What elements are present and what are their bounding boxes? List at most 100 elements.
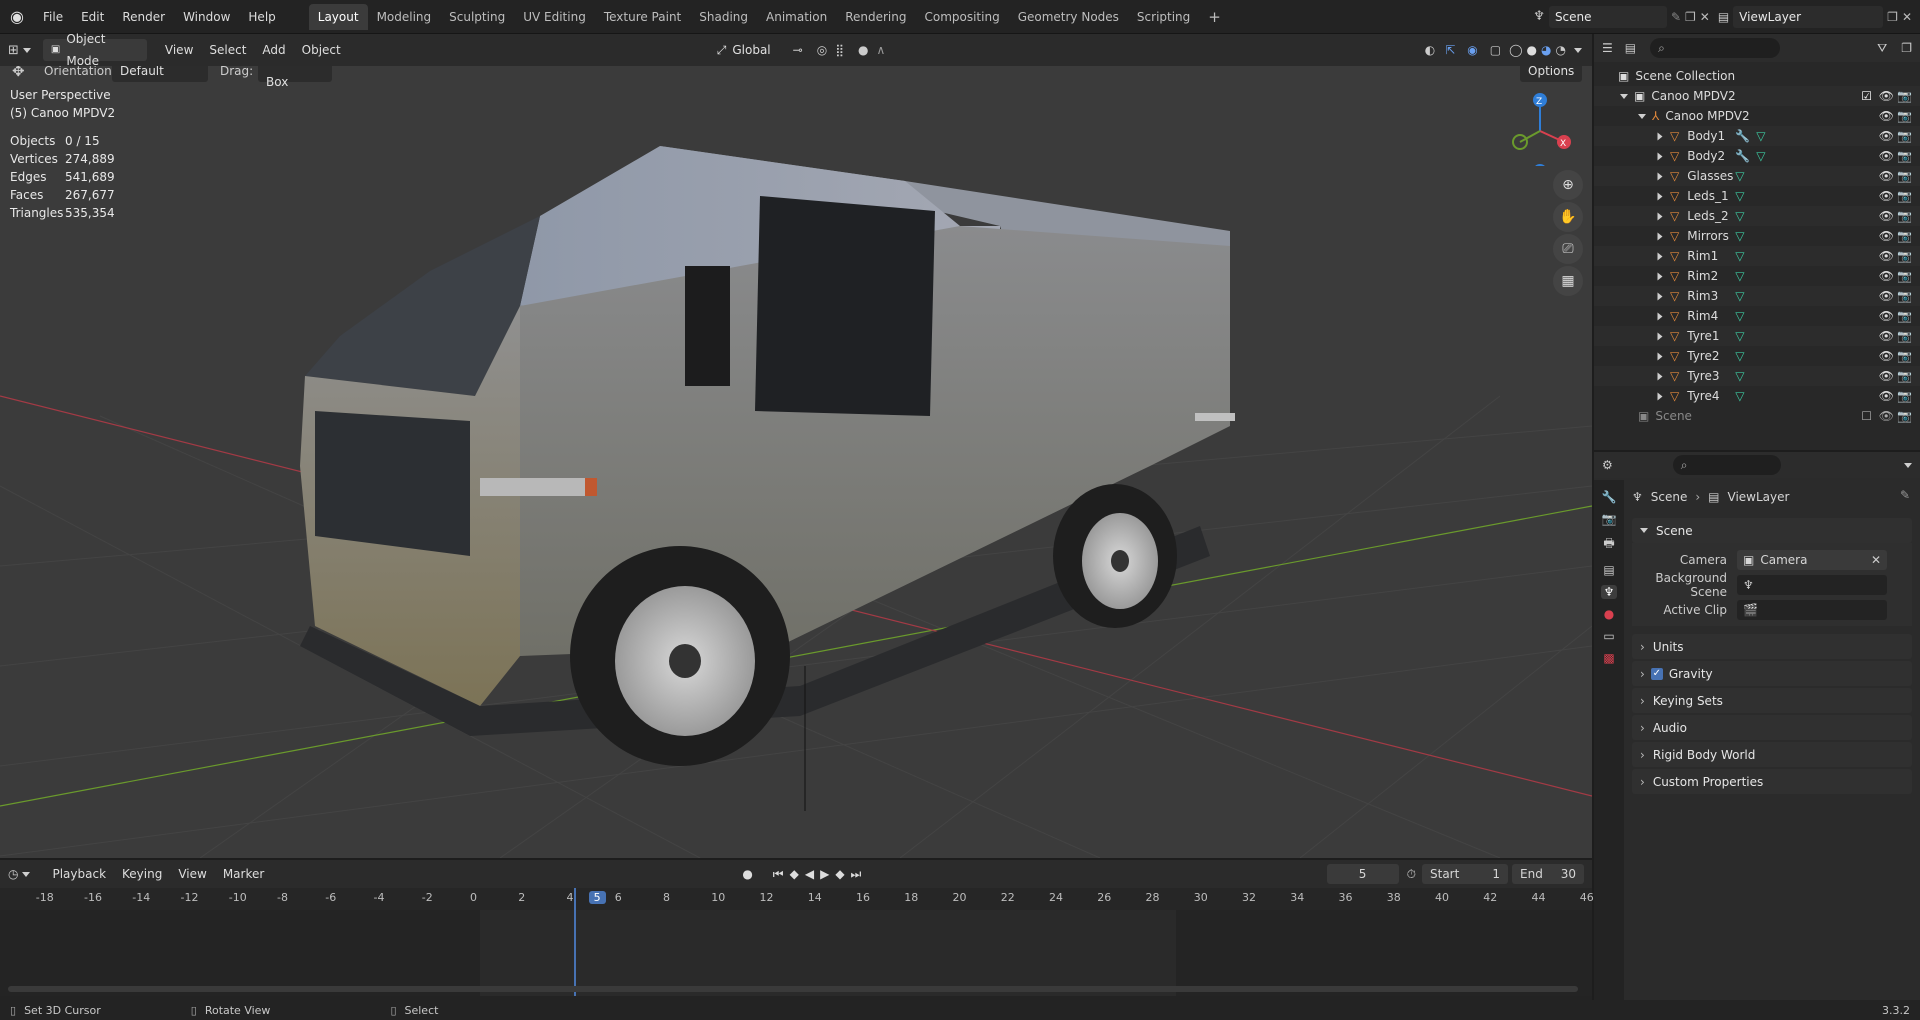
timeline-track-area[interactable]	[0, 888, 1592, 996]
frame-ruler[interactable]: -18 -16 -14 -12 -10 -8 -6 -4 -2 0 2 4 5 6 8 10 12 14 16 18 2…	[0, 888, 1594, 910]
pan-hand-icon[interactable]: ✋	[1553, 202, 1583, 232]
drag-dropdown[interactable]: Select Box	[258, 66, 332, 89]
snap-target-icon[interactable]: ⣿	[835, 43, 844, 57]
mesh-data-icon[interactable]: ▽	[1735, 369, 1744, 383]
modifier-wrench-icon[interactable]: 🔧	[1735, 149, 1750, 163]
play-icon[interactable]: ▶	[820, 867, 829, 881]
editor-type-icon[interactable]: ⊞	[8, 43, 19, 58]
new-view-layer-icon[interactable]: ❐	[1887, 10, 1898, 24]
render-camera-icon[interactable]: 📷	[1897, 189, 1912, 203]
clear-icon[interactable]: ✕	[1871, 553, 1881, 567]
eye-icon[interactable]: 👁	[1879, 409, 1894, 423]
menu-keying[interactable]: Keying	[114, 863, 170, 885]
perspective-toggle-icon[interactable]: ▦	[1553, 266, 1583, 296]
filter-icon[interactable]: ⛛	[1877, 41, 1887, 56]
menu-render[interactable]: Render	[113, 5, 174, 29]
transform-orientation-dropdown[interactable]: ⤢ Global	[709, 39, 779, 61]
camera-view-icon[interactable]: ⎚	[1553, 234, 1583, 264]
mesh-data-icon[interactable]: ▽	[1735, 389, 1744, 403]
mesh-data-icon[interactable]: ▽	[1735, 229, 1744, 243]
pivot-icon[interactable]: ⊸	[793, 43, 803, 57]
render-camera-icon[interactable]: 📷	[1897, 229, 1912, 243]
next-keyframe-icon[interactable]: ◆	[835, 867, 844, 881]
properties-editor-icon[interactable]: ⚙	[1602, 458, 1613, 472]
render-camera-icon[interactable]: 📷	[1897, 409, 1912, 423]
outliner-object-row[interactable]: ▽ Tyre3 ▽ 👁 📷	[1594, 366, 1920, 386]
gravity-checkbox[interactable]: ✓	[1650, 667, 1663, 680]
end-frame-field[interactable]: End 30	[1512, 864, 1584, 884]
eye-icon[interactable]: 👁	[1879, 89, 1894, 103]
outliner-search-input[interactable]: ⌕	[1650, 38, 1781, 58]
delete-scene-icon[interactable]: ✕	[1700, 10, 1710, 24]
jump-end-icon[interactable]: ⏭	[851, 867, 862, 882]
empty-row[interactable]: ⅄ Canoo MPDV2 👁 📷	[1594, 106, 1920, 126]
menu-playback[interactable]: Playback	[44, 863, 114, 885]
timeline-scrollbar[interactable]	[8, 986, 1578, 992]
eye-icon[interactable]: 👁	[1879, 109, 1894, 123]
menu-view[interactable]: View	[157, 39, 201, 61]
render-camera-icon[interactable]: 📷	[1897, 269, 1912, 283]
render-camera-icon[interactable]: 📷	[1897, 209, 1912, 223]
eye-icon[interactable]: 👁	[1879, 169, 1894, 183]
mesh-data-icon[interactable]: ▽	[1735, 189, 1744, 203]
scene-panel-header[interactable]: Scene	[1632, 518, 1912, 543]
pin-icon[interactable]: ✎	[1900, 488, 1910, 502]
render-camera-icon[interactable]: 📷	[1897, 249, 1912, 263]
mesh-data-icon[interactable]: ▽	[1735, 169, 1744, 183]
playhead-line[interactable]	[574, 888, 576, 996]
outliner-object-row[interactable]: ▽ Body1 🔧 ▽ 👁 📷	[1594, 126, 1920, 146]
menu-window[interactable]: Window	[174, 5, 239, 29]
zoom-icon[interactable]: ⊕	[1553, 170, 1583, 200]
outliner-object-row[interactable]: ▽ Tyre4 ▽ 👁 📷	[1594, 386, 1920, 406]
menu-help[interactable]: Help	[239, 5, 284, 29]
mesh-data-icon[interactable]: ▽	[1735, 309, 1744, 323]
eye-icon[interactable]: 👁	[1879, 249, 1894, 263]
falloff-icon[interactable]: ∧	[876, 43, 885, 57]
3d-viewport[interactable]: ✥ Orientation: Default Drag: Select Box …	[0, 66, 1592, 858]
display-mode-icon[interactable]: ▤	[1625, 41, 1636, 55]
render-camera-icon[interactable]: 📷	[1897, 89, 1912, 103]
rigid-body-panel-header[interactable]: › Rigid Body World	[1632, 742, 1912, 767]
render-camera-icon[interactable]: 📷	[1897, 289, 1912, 303]
tab-scripting[interactable]: Scripting	[1128, 4, 1199, 30]
shading-wireframe-icon[interactable]: ◯	[1509, 43, 1522, 57]
menu-file[interactable]: File	[34, 5, 72, 29]
eye-icon[interactable]: 👁	[1879, 149, 1894, 163]
collection-row[interactable]: ▣ Canoo MPDV2 ☑ 👁 📷	[1594, 86, 1920, 106]
jump-start-icon[interactable]: ⏮	[773, 867, 784, 882]
eye-icon[interactable]: 👁	[1879, 369, 1894, 383]
gizmo-toggle-icon[interactable]: ⇱	[1445, 43, 1455, 57]
stopwatch-icon[interactable]: ⏱	[1407, 867, 1416, 882]
eye-icon[interactable]: 👁	[1879, 289, 1894, 303]
tab-shading[interactable]: Shading	[690, 4, 757, 30]
render-camera-icon[interactable]: 📷	[1897, 109, 1912, 123]
tab-rendering[interactable]: Rendering	[836, 4, 915, 30]
custom-props-panel-header[interactable]: › Custom Properties	[1632, 769, 1912, 794]
shading-rendered-icon[interactable]: ◔	[1556, 43, 1566, 57]
mesh-data-icon[interactable]: ▽	[1756, 149, 1765, 163]
menu-marker[interactable]: Marker	[215, 863, 272, 885]
outliner-object-row[interactable]: ▽ Tyre2 ▽ 👁 📷	[1594, 346, 1920, 366]
menu-timeline-view[interactable]: View	[170, 863, 214, 885]
timeline-editor-icon[interactable]: ◷	[8, 867, 18, 881]
overlay-toggle-icon[interactable]: ◉	[1467, 43, 1477, 57]
tab-uv-editing[interactable]: UV Editing	[514, 4, 595, 30]
render-camera-icon[interactable]: 📷	[1897, 149, 1912, 163]
eye-icon[interactable]: 👁	[1879, 349, 1894, 363]
camera-field[interactable]: ▣ Camera ✕	[1737, 549, 1887, 570]
tab-compositing[interactable]: Compositing	[915, 4, 1008, 30]
eye-icon[interactable]: 👁	[1879, 309, 1894, 323]
options-button[interactable]: Options	[1520, 66, 1583, 82]
current-frame-field[interactable]: 5	[1326, 864, 1399, 884]
blender-logo-icon[interactable]: ◉	[0, 0, 34, 34]
render-camera-icon[interactable]: 📷	[1897, 129, 1912, 143]
outliner-object-row[interactable]: ▽ Rim3 ▽ 👁 📷	[1594, 286, 1920, 306]
xray-icon[interactable]: ▢	[1490, 43, 1501, 57]
active-clip-field[interactable]: 🎬	[1737, 599, 1887, 620]
mesh-data-icon[interactable]: ▽	[1735, 249, 1744, 263]
modifier-wrench-icon[interactable]: 🔧	[1735, 129, 1750, 143]
start-frame-field[interactable]: Start 1	[1422, 864, 1508, 884]
outliner-object-row[interactable]: ▽ Leds_1 ▽ 👁 📷	[1594, 186, 1920, 206]
new-collection-icon[interactable]: ❐	[1901, 41, 1912, 55]
outliner-object-row[interactable]: ▽ Rim4 ▽ 👁 📷	[1594, 306, 1920, 326]
